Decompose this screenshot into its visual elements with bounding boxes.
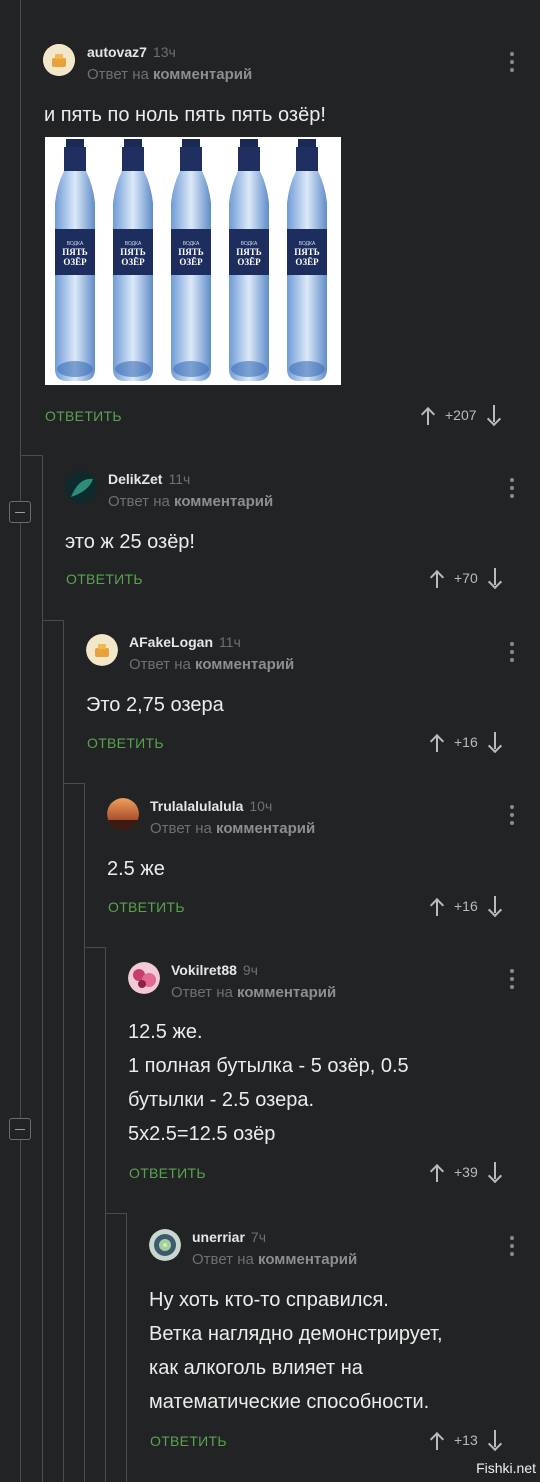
comment-time: 10ч	[249, 798, 273, 814]
downvote-icon[interactable]	[488, 896, 502, 916]
collapse-icon[interactable]	[9, 1118, 31, 1140]
comment-author[interactable]: Trulalalulalula 10ч	[150, 798, 272, 814]
more-dots-icon[interactable]	[509, 805, 515, 829]
reply-target-link[interactable]: комментарий	[258, 1251, 357, 1268]
upvote-icon[interactable]	[421, 405, 435, 425]
reply-button[interactable]: ОТВЕТИТЬ	[45, 408, 122, 424]
thread-line	[105, 1213, 126, 1214]
comment-score: +207	[445, 407, 477, 423]
reply-to: Ответ на комментарий	[129, 656, 295, 673]
comment-text: 2.5 же	[107, 858, 165, 880]
avatar[interactable]	[128, 962, 160, 994]
thread-line	[63, 620, 64, 1482]
avatar[interactable]	[43, 44, 75, 76]
reply-button[interactable]: ОТВЕТИТЬ	[66, 571, 143, 587]
reply-target-link[interactable]: комментарий	[216, 820, 315, 837]
reply-button[interactable]: ОТВЕТИТЬ	[108, 899, 185, 915]
thread-line	[84, 947, 105, 948]
upvote-icon[interactable]	[430, 1430, 444, 1450]
reply-target-link[interactable]: комментарий	[174, 493, 273, 510]
svg-text:ПЯТЬ: ПЯТЬ	[62, 247, 88, 257]
comment-time: 9ч	[242, 962, 258, 978]
more-dots-icon[interactable]	[509, 642, 515, 666]
avatar[interactable]	[149, 1229, 181, 1261]
upvote-icon[interactable]	[430, 896, 444, 916]
downvote-icon[interactable]	[488, 1430, 502, 1450]
comment-time: 11ч	[219, 634, 241, 650]
upvote-icon[interactable]	[430, 568, 444, 588]
thread-line	[20, 455, 42, 456]
thread-line	[126, 1213, 127, 1482]
comment-author[interactable]: Vokilret88 9ч	[171, 962, 258, 978]
reply-target-link[interactable]: комментарий	[195, 656, 294, 673]
reply-to: Ответ на комментарий	[192, 1251, 358, 1268]
more-dots-icon[interactable]	[509, 52, 515, 76]
comment-image[interactable]: ВОДКА ПЯТЬ ОЗЁР	[45, 137, 341, 385]
avatar[interactable]	[65, 471, 97, 503]
comment-time: 7ч	[250, 1229, 267, 1245]
downvote-icon[interactable]	[488, 568, 502, 588]
more-dots-icon[interactable]	[509, 1236, 515, 1260]
watermark: Fishki.net	[476, 1460, 536, 1476]
collapse-icon[interactable]	[9, 501, 31, 523]
comment-author[interactable]: DelikZet 11ч	[108, 471, 190, 487]
reply-target-link[interactable]: комментарий	[153, 66, 252, 83]
avatar[interactable]	[107, 798, 139, 830]
comment-score: +16	[454, 734, 478, 750]
downvote-icon[interactable]	[487, 405, 501, 425]
vote-block: +70	[430, 568, 502, 588]
upvote-icon[interactable]	[430, 732, 444, 752]
thread-line	[84, 783, 85, 1482]
comment-text: Это 2,75 озера	[86, 694, 224, 716]
comment-time: 11ч	[168, 471, 191, 487]
reply-button[interactable]: ОТВЕТИТЬ	[150, 1433, 227, 1449]
comment-text: и пять по ноль пять пять озёр!	[44, 104, 326, 126]
downvote-icon[interactable]	[488, 1162, 502, 1182]
more-dots-icon[interactable]	[509, 478, 515, 502]
comment-time: 13ч	[152, 44, 176, 60]
reply-target-link[interactable]: комментарий	[237, 984, 336, 1001]
reply-to: Ответ на комментарий	[150, 820, 316, 837]
reply-button[interactable]: ОТВЕТИТЬ	[129, 1165, 206, 1181]
reply-to: Ответ на комментарий	[171, 984, 337, 1001]
comment-score: +13	[454, 1432, 478, 1448]
reply-to: Ответ на комментарий	[87, 66, 253, 83]
vote-block: +13	[430, 1430, 502, 1450]
comment-score: +39	[454, 1164, 478, 1180]
comment-author[interactable]: autovaz7 13ч	[87, 44, 176, 60]
vote-block: +16	[430, 896, 502, 916]
svg-text:ОЗЁР: ОЗЁР	[63, 257, 87, 267]
comment-text: 12.5 же. 1 полная бутылка - 5 озёр, 0.5 …	[128, 1021, 409, 1145]
thread-line	[20, 0, 21, 1482]
thread-line	[42, 455, 43, 1482]
comment-text: это ж 25 озёр!	[65, 531, 195, 553]
vote-block: +39	[430, 1162, 502, 1182]
reply-to: Ответ на комментарий	[108, 493, 274, 510]
upvote-icon[interactable]	[430, 1162, 444, 1182]
thread-line	[105, 947, 106, 1482]
comment-score: +16	[454, 898, 478, 914]
comment-text: Ну хоть кто-то справился. Ветка наглядно…	[149, 1289, 443, 1413]
reply-button[interactable]: ОТВЕТИТЬ	[87, 735, 164, 751]
avatar[interactable]	[86, 634, 118, 666]
downvote-icon[interactable]	[488, 732, 502, 752]
vote-block: +207	[421, 405, 501, 425]
comment-author[interactable]: AFakeLogan 11ч	[129, 634, 241, 650]
thread-line	[63, 783, 84, 784]
comment-author[interactable]: unerriar 7ч	[192, 1229, 266, 1245]
more-dots-icon[interactable]	[509, 969, 515, 993]
vote-block: +16	[430, 732, 502, 752]
thread-line	[42, 620, 63, 621]
comment-score: +70	[454, 570, 478, 586]
